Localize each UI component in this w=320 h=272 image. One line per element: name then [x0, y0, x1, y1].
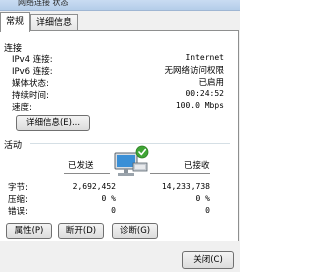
- status-window: 网络连接 状态 常规 详细信息 连接 IPv4 连接: Internet IPv…: [0, 0, 240, 272]
- received-caption: 已接收: [184, 161, 210, 171]
- compression-label: 压缩:: [8, 195, 28, 205]
- close-button[interactable]: 关闭(C): [182, 251, 234, 269]
- bytes-label: 字节:: [8, 183, 28, 193]
- errors-label: 错误:: [8, 207, 28, 217]
- sent-caption: 已发送: [68, 161, 94, 171]
- duration-value: 00:24:52: [185, 89, 224, 98]
- ipv4-value: Internet: [185, 53, 224, 62]
- compression-received-value: 0 %: [195, 194, 210, 203]
- dialog-footer: 关闭(C): [0, 241, 240, 272]
- speed-value: 100.0 Mbps: [175, 101, 224, 110]
- errors-sent-value: 0: [111, 206, 116, 215]
- ipv6-label: IPv6 连接:: [12, 67, 53, 77]
- tab-details[interactable]: 详细信息: [30, 14, 79, 31]
- errors-received-value: 0: [205, 206, 210, 215]
- disable-button[interactable]: 断开(D): [58, 223, 104, 239]
- compression-sent-value: 0 %: [101, 194, 116, 203]
- bytes-received-value: 14,233,738: [161, 182, 210, 191]
- bytes-sent-value: 2,692,452: [72, 182, 116, 191]
- media-state-label: 媒体状态:: [12, 79, 49, 89]
- sent-line: [64, 173, 110, 174]
- diagnose-button[interactable]: 诊断(G): [112, 223, 158, 239]
- ipv6-value: 无网络访问权限: [164, 66, 224, 76]
- ipv4-label: IPv4 连接:: [12, 55, 53, 65]
- speed-label: 速度:: [12, 103, 32, 113]
- tab-general[interactable]: 常规: [0, 12, 31, 32]
- activity-divider: [30, 143, 230, 144]
- received-line: [150, 173, 210, 174]
- window-title: 网络连接 状态: [18, 0, 69, 7]
- duration-label: 持续时间:: [12, 91, 49, 101]
- details-button[interactable]: 详细信息(E)...: [16, 115, 90, 131]
- activity-section-title: 活动: [4, 141, 23, 151]
- tab-panel-general: 连接 IPv4 连接: Internet IPv6 连接: 无网络访问权限 媒体…: [0, 30, 239, 242]
- media-state-value: 已启用: [198, 78, 224, 88]
- properties-button[interactable]: 属性(P): [6, 223, 52, 239]
- tab-strip: 常规 详细信息: [0, 11, 240, 32]
- network-computers-icon: [113, 145, 151, 179]
- title-bar[interactable]: 网络连接 状态: [0, 0, 240, 11]
